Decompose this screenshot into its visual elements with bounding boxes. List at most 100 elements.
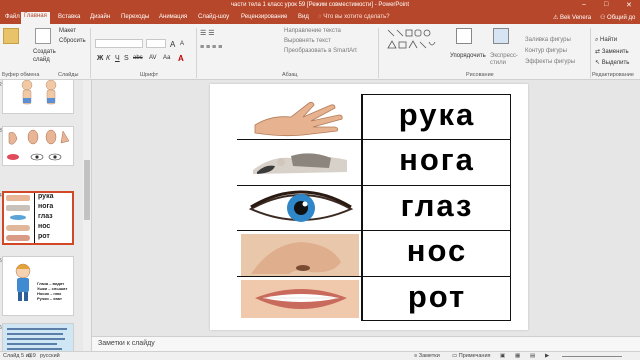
spellcheck-icon[interactable]: ⊡: [28, 353, 33, 359]
clipboard-group-label: Буфер обмена: [2, 72, 40, 78]
slide-thumbnail[interactable]: Глаза – видят Ушки – слышат Носик – нюх …: [2, 256, 74, 316]
align-icons[interactable]: ≡ ≡ ≡ ≡: [200, 44, 222, 51]
tab-review[interactable]: Рецензирование: [238, 13, 290, 21]
shrink-font-button[interactable]: A: [180, 41, 184, 47]
change-case-button[interactable]: Аа: [163, 55, 170, 61]
layout-button[interactable]: Макет: [59, 28, 76, 34]
quick-styles-icon[interactable]: [493, 28, 509, 44]
word-mouth[interactable]: рот: [363, 279, 511, 315]
quick-styles-label: Экспресс-стили: [490, 53, 518, 66]
thumb-eye-image: [10, 215, 26, 220]
ribbon-tabs: Файл Главная Вставка Дизайн Переходы Ани…: [0, 11, 640, 24]
smartart-button[interactable]: Преобразовать в SmartArt: [284, 48, 357, 54]
word-eye[interactable]: глаз: [363, 188, 511, 224]
cursor-icon: ↖: [595, 60, 602, 66]
bold-button[interactable]: Ж: [97, 55, 103, 62]
scrollbar-thumb[interactable]: [84, 160, 90, 220]
reset-button[interactable]: Сбросить: [59, 38, 86, 44]
tab-slideshow[interactable]: Слайд-шоу: [195, 13, 232, 21]
char-spacing-button[interactable]: AV: [149, 55, 157, 61]
thumb-word: нога: [38, 203, 54, 210]
select-button[interactable]: ↖ Выделить: [595, 59, 629, 66]
sorter-view-icon[interactable]: ▦: [515, 353, 520, 359]
comments-toggle[interactable]: ▭ Примечания: [452, 353, 491, 359]
thumbnails-scrollbar[interactable]: [83, 80, 91, 351]
share-button[interactable]: ⚇ Общий до: [600, 14, 635, 21]
slide-thumbnail[interactable]: [2, 323, 74, 351]
shape-outline-button[interactable]: Контур фигуры: [525, 48, 567, 54]
underline-button[interactable]: Ч: [115, 55, 120, 62]
words-table[interactable]: рука нога глаз нос рот: [237, 94, 511, 321]
separator: [378, 28, 379, 78]
slide-thumbnail[interactable]: [2, 126, 74, 166]
shape-fill-button[interactable]: Заливка фигуры: [525, 37, 571, 43]
find-button[interactable]: ⌕ Найти: [595, 37, 617, 44]
maximize-button[interactable]: □: [604, 1, 608, 8]
body-parts-image: [7, 129, 70, 161]
tab-insert[interactable]: Вставка: [55, 13, 83, 21]
separator: [90, 28, 91, 78]
notes-toggle[interactable]: ≡ Заметки: [414, 353, 440, 359]
align-text-button[interactable]: Выровнять текст: [284, 38, 331, 44]
tab-file[interactable]: Файл: [2, 13, 23, 21]
font-color-icon[interactable]: A: [178, 54, 184, 63]
tab-home[interactable]: Главная: [21, 12, 50, 24]
mouth-image: [241, 280, 359, 318]
strikethrough-button[interactable]: abc: [133, 55, 143, 61]
tab-design[interactable]: Дизайн: [87, 13, 113, 21]
replace-button[interactable]: ⇄ Заменить: [595, 48, 629, 55]
italic-button[interactable]: К: [106, 55, 110, 62]
thumb-hand-image: [6, 195, 30, 201]
text-direction-button[interactable]: Направление текста: [284, 28, 341, 34]
word-hand[interactable]: рука: [363, 97, 511, 133]
close-button[interactable]: ✕: [626, 1, 632, 9]
thumb-word: рука: [38, 193, 54, 200]
word-leg[interactable]: нога: [363, 142, 511, 178]
shadow-button[interactable]: S: [124, 55, 129, 62]
shapes-gallery[interactable]: [386, 28, 442, 56]
tell-me-search[interactable]: ◌ Что вы хотите сделать?: [318, 14, 390, 20]
thumb-nose-image: [6, 225, 30, 231]
word-nose[interactable]: нос: [363, 233, 511, 269]
slide-thumbnails-pane: 2 3 4 рука но: [0, 80, 92, 351]
grow-font-button[interactable]: A: [170, 40, 175, 49]
font-name-field[interactable]: [95, 39, 143, 48]
tab-view[interactable]: Вид: [295, 13, 312, 21]
zoom-slider[interactable]: [562, 356, 622, 357]
separator: [196, 28, 197, 78]
replace-icon: ⇄: [595, 49, 602, 55]
normal-view-icon[interactable]: ▣: [500, 353, 505, 359]
shape-effects-button[interactable]: Эффекты фигуры: [525, 59, 575, 65]
user-account[interactable]: ⚠ Bek Venera: [553, 14, 591, 21]
font-size-field[interactable]: [146, 39, 166, 48]
arrange-icon[interactable]: [456, 28, 472, 44]
tab-transitions[interactable]: Переходы: [118, 13, 152, 21]
slide-thumbnail-selected[interactable]: рука нога глаз нос рот: [2, 191, 74, 245]
font-group-label: Шрифт: [140, 72, 159, 78]
minimize-button[interactable]: –: [582, 1, 586, 8]
reading-view-icon[interactable]: ▤: [530, 353, 535, 359]
bullets-icon[interactable]: ☰ ☰: [200, 29, 215, 37]
slide-thumbnail[interactable]: [2, 80, 74, 114]
notes-pane[interactable]: Заметки к слайду: [92, 336, 640, 351]
new-slide-icon[interactable]: [35, 28, 51, 44]
separator: [590, 28, 591, 78]
thumb-word: глаз: [38, 213, 53, 220]
window-title: части тела 1 класс урок 59 [Режим совмес…: [230, 2, 410, 8]
child-body-image: [21, 80, 57, 105]
tab-animations[interactable]: Анимация: [156, 13, 190, 21]
table-row-divider: [237, 139, 511, 140]
language-status[interactable]: русский: [40, 353, 60, 359]
slide-editor: рука нога глаз нос рот: [92, 80, 640, 336]
new-slide-label: Создать слайд: [33, 49, 56, 63]
current-slide[interactable]: рука нога глаз нос рот: [210, 84, 528, 330]
table-row-divider: [237, 230, 511, 231]
eye-image: [248, 190, 354, 222]
paste-icon[interactable]: [3, 28, 19, 44]
thumb-word: нос: [38, 223, 51, 230]
share-label: Общий до: [607, 15, 636, 21]
tell-me-text: Что вы хотите сделать?: [323, 14, 390, 20]
person-icon: ⚇: [600, 15, 608, 21]
foot-image: [253, 153, 347, 174]
slideshow-view-icon[interactable]: ▶: [545, 353, 549, 359]
